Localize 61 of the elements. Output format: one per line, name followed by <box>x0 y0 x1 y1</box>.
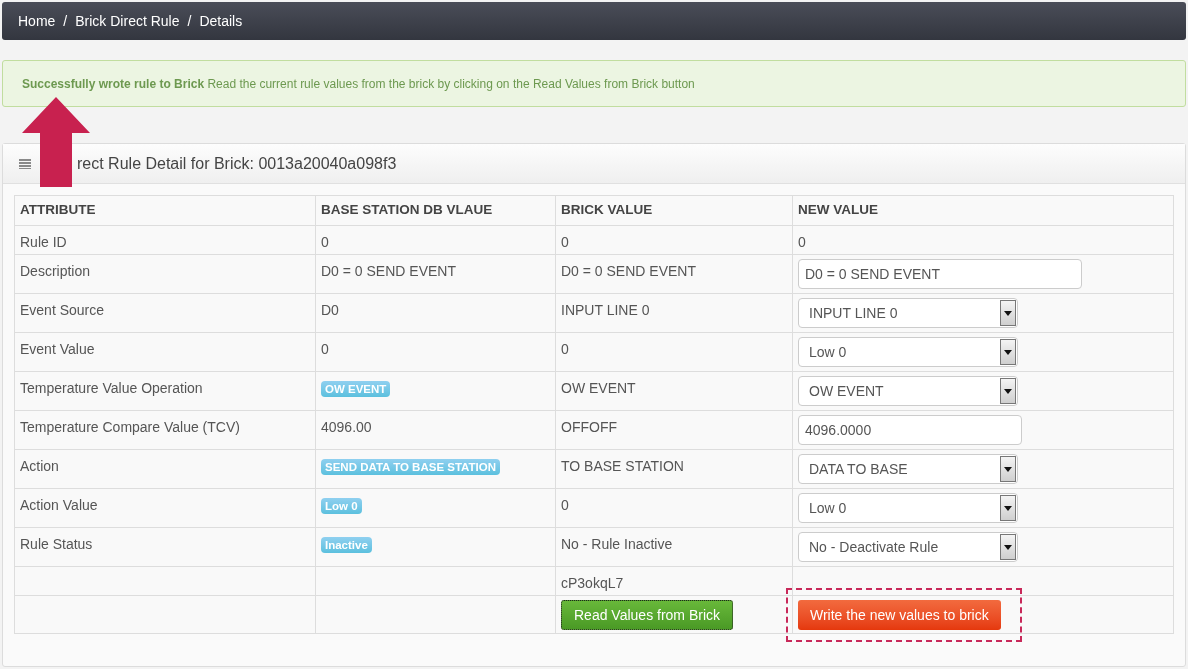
select-dropdown[interactable]: OW EVENT <box>798 376 1018 406</box>
breadcrumb-link[interactable]: Home <box>18 10 56 32</box>
text-input[interactable]: 4096.0000 <box>798 415 1022 445</box>
caret-icon <box>1004 544 1012 550</box>
select-dropdown[interactable]: Low 0 <box>798 493 1018 523</box>
status-label: OW EVENT <box>321 381 391 397</box>
dropdown-button[interactable] <box>1000 339 1016 365</box>
table-cell: Rule Status <box>14 527 316 567</box>
table-cell: Action <box>14 449 316 489</box>
table-cell: Action Value <box>14 488 316 528</box>
caret-icon <box>1004 505 1012 511</box>
table-cell: Event Value <box>14 332 316 372</box>
column-header: BASE STATION DB VLAUE <box>315 195 556 226</box>
breadcrumb-link[interactable]: Brick Direct Rule <box>75 10 180 32</box>
table-cell: 0 <box>555 332 793 372</box>
db-value: D0 <box>321 302 339 318</box>
alert-message: Successfully wrote rule to Brick Read the current rule values from the brick by clicking on the Read Values from Brick button <box>22 75 695 93</box>
dropdown-button[interactable] <box>1000 495 1016 521</box>
column-header: BRICK VALUE <box>555 195 793 226</box>
caret-icon <box>1004 388 1012 394</box>
panel-title: rect Rule Detail for Brick: 0013a20040a098f3 <box>77 153 397 174</box>
status-label: Inactive <box>321 537 372 553</box>
dropdown-button[interactable] <box>1000 456 1016 482</box>
new-value: 0 <box>798 234 806 250</box>
table-cell: D0 = 0 SEND EVENT <box>555 254 793 294</box>
table-cell: Rule ID <box>14 225 316 255</box>
db-value: 4096.00 <box>321 419 372 435</box>
breadcrumb-separator: / <box>63 11 68 31</box>
status-label: Low 0 <box>321 498 362 514</box>
table-cell: TO BASE STATION <box>555 449 793 489</box>
db-value: D0 = 0 SEND EVENT <box>321 263 456 279</box>
caret-icon <box>1004 349 1012 355</box>
dropdown-button[interactable] <box>1000 300 1016 326</box>
status-label: SEND DATA TO BASE STATION <box>321 459 500 475</box>
table-cell: No - Rule Inactive <box>555 527 793 567</box>
table-cell: OFFOFF <box>555 410 793 450</box>
table-cell: Temperature Compare Value (TCV) <box>14 410 316 450</box>
table-cell: Description <box>14 254 316 294</box>
caret-icon <box>1004 310 1012 316</box>
select-dropdown[interactable]: No - Deactivate Rule <box>798 532 1018 562</box>
table-cell: INPUT LINE 0 <box>555 293 793 333</box>
column-header: NEW VALUE <box>792 195 1174 226</box>
dropdown-button[interactable] <box>1000 378 1016 404</box>
table-cell: cP3okqL7 <box>555 566 793 596</box>
table-cell: OW EVENT <box>555 371 793 411</box>
caret-icon <box>1004 466 1012 472</box>
table-cell: 0 <box>555 225 793 255</box>
select-dropdown[interactable]: DATA TO BASE <box>798 454 1018 484</box>
select-dropdown[interactable]: Low 0 <box>798 337 1018 367</box>
table-cell: Temperature Value Operation <box>14 371 316 411</box>
db-value: 0 <box>321 341 329 357</box>
write-values-button[interactable]: Write the new values to brick <box>798 600 1001 630</box>
table-cell: 0 <box>555 488 793 528</box>
db-value: 0 <box>321 234 329 250</box>
text-input[interactable]: D0 = 0 SEND EVENT <box>798 259 1082 289</box>
breadcrumb-separator: / <box>187 11 192 31</box>
table-cell: Event Source <box>14 293 316 333</box>
column-header: ATTRIBUTE <box>14 195 316 226</box>
dropdown-button[interactable] <box>1000 534 1016 560</box>
menu-icon <box>19 158 31 169</box>
select-dropdown[interactable]: INPUT LINE 0 <box>798 298 1018 328</box>
